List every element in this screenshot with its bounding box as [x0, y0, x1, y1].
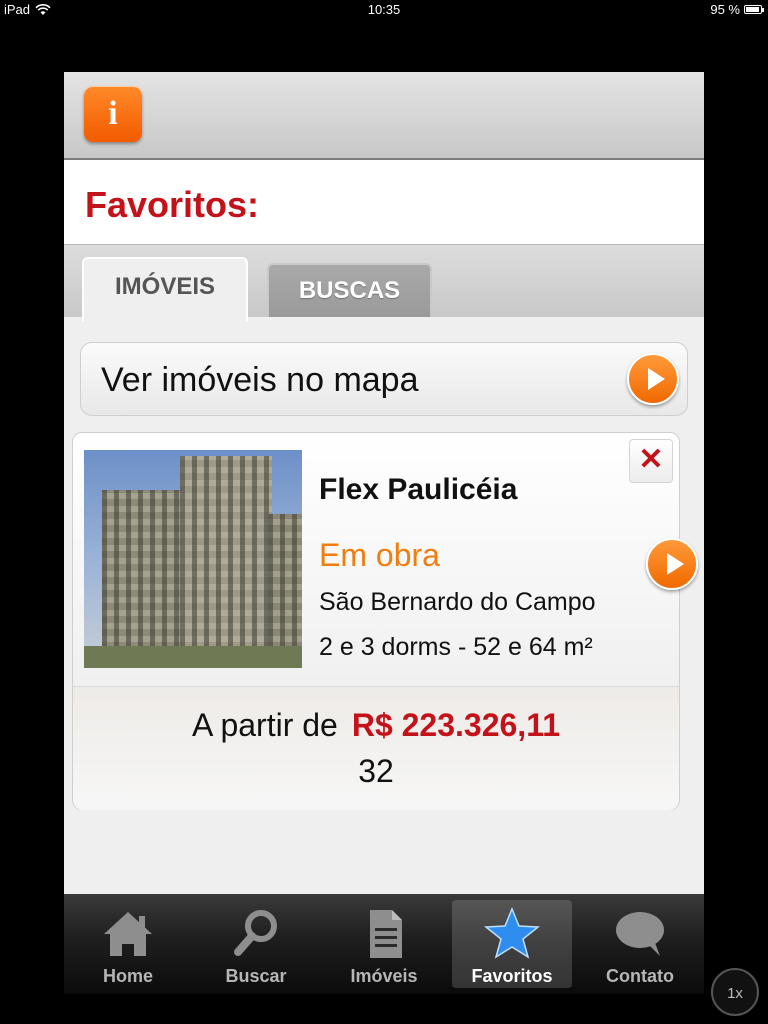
tab-imoveis-nav[interactable]: Imóveis	[324, 900, 444, 988]
info-button[interactable]: i	[84, 86, 142, 142]
listing-city: São Bernardo do Campo	[319, 588, 596, 616]
app-window: i Favoritos: IMÓVEIS BUSCAS Ver imóveis …	[64, 72, 704, 944]
tab-home[interactable]: Home	[68, 900, 188, 988]
tab-imoveis[interactable]: IMÓVEIS	[82, 257, 248, 321]
listing-name: Flex Paulicéia	[319, 473, 518, 506]
chat-bubble-icon	[616, 912, 664, 956]
tab-imoveis-nav-label: Imóveis	[350, 966, 418, 986]
price-value: R$ 223.326,11	[351, 707, 561, 743]
bottom-tab-bar: Home Buscar Imóveis Favoritos Contato	[64, 894, 704, 994]
close-icon: ✕	[638, 443, 664, 476]
segment-tabs: IMÓVEIS BUSCAS	[64, 244, 704, 321]
tab-favoritos[interactable]: Favoritos	[452, 900, 572, 988]
tab-buscar-label: Buscar	[225, 966, 287, 986]
tab-contato[interactable]: Contato	[580, 900, 700, 988]
star-icon	[483, 907, 541, 959]
price-extra: 32	[358, 753, 394, 789]
zoom-toggle-button[interactable]: 1x	[711, 968, 759, 1016]
listing-details-arrow-icon[interactable]	[646, 538, 698, 590]
status-bar: iPad 10:35 95 %	[0, 0, 768, 20]
title-area: Favoritos:	[64, 160, 704, 244]
favorite-listing-card[interactable]: Flex Paulicéia Em obra São Bernardo do C…	[72, 432, 698, 810]
tab-buscas[interactable]: BUSCAS	[267, 263, 432, 317]
tab-contato-label: Contato	[606, 966, 674, 986]
battery-icon	[744, 5, 764, 14]
listing-dorms: 2 e 3 dorms - 52 e 64 m²	[319, 633, 593, 661]
map-arrow-icon[interactable]	[627, 353, 679, 405]
tab-favoritos-label: Favoritos	[471, 966, 553, 986]
document-icon	[370, 910, 402, 958]
search-icon	[234, 910, 277, 956]
listing-status: Em obra	[319, 537, 440, 573]
tab-buscar[interactable]: Buscar	[196, 900, 316, 988]
clock: 10:35	[367, 2, 401, 17]
listing-summary: Flex Paulicéia Em obra São Bernardo do C…	[73, 433, 679, 686]
page-title: Favoritos:	[85, 184, 260, 225]
listing-photo	[84, 450, 302, 668]
tab-home-label: Home	[102, 966, 153, 986]
view-on-map-button[interactable]: Ver imóveis no mapa	[80, 342, 688, 416]
home-icon	[104, 912, 152, 956]
top-toolbar: i	[64, 72, 704, 160]
listing-price-area: A partir de R$ 223.326,11 32	[73, 686, 679, 810]
remove-favorite-button[interactable]: ✕	[629, 439, 673, 483]
price-prefix: A partir de	[191, 707, 338, 743]
battery-percent: 95 %	[710, 2, 740, 17]
view-on-map-label: Ver imóveis no mapa	[101, 361, 419, 399]
